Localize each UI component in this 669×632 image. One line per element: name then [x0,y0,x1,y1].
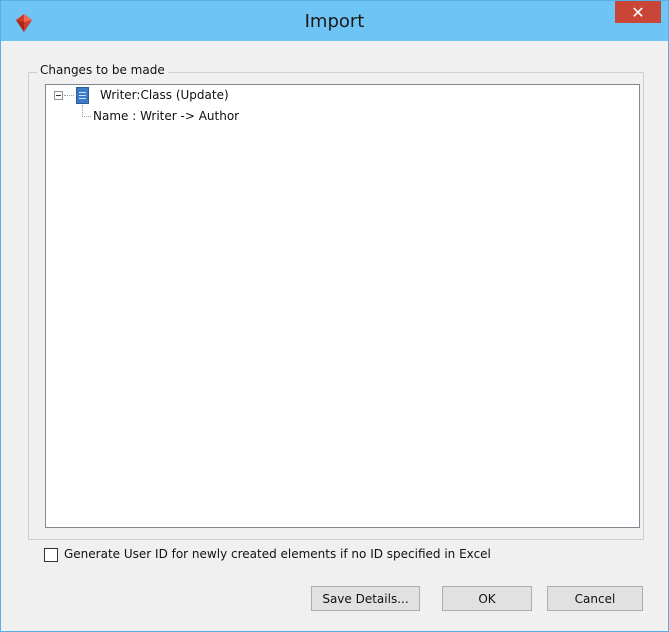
save-details-button[interactable]: Save Details... [311,586,420,611]
tree-item-class[interactable]: Writer:Class (Update) [100,88,229,102]
title-bar[interactable]: Import ✕ [1,1,668,41]
generate-id-label[interactable]: Generate User ID for newly created eleme… [64,547,491,561]
close-button[interactable]: ✕ [615,1,661,23]
tree-connector [82,116,91,117]
window-title: Import [304,11,365,32]
changes-group-label: Changes to be made [37,63,168,77]
changes-tree[interactable]: Writer:Class (Update) Name : Writer -> A… [45,84,640,528]
tree-item-property[interactable]: Name : Writer -> Author [93,109,239,123]
collapse-icon[interactable] [54,91,63,100]
close-icon: ✕ [631,2,645,22]
ok-button[interactable]: OK [442,586,532,611]
generate-id-checkbox[interactable] [44,548,58,562]
tree-connector [64,95,74,96]
tree-item-label: Writer:Class (Update) [100,88,229,102]
class-icon [76,87,89,104]
cancel-button[interactable]: Cancel [547,586,643,611]
import-dialog: Import ✕ Changes to be made Writer:Class… [0,0,669,632]
tree-item-label: Name : Writer -> Author [93,109,240,123]
